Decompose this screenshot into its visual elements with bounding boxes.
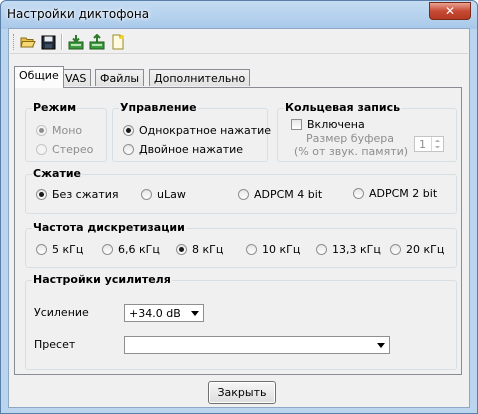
compression-adpcm4-radio[interactable]: ADPCM 4 bit (238, 188, 322, 201)
radio-indicator (246, 244, 257, 255)
toolbar-grip[interactable] (13, 34, 17, 50)
window-close-button[interactable]: ✕ (429, 2, 471, 20)
close-icon: ✕ (444, 4, 456, 18)
save-disk-icon[interactable] (39, 33, 57, 51)
radio-indicator (141, 189, 152, 200)
dialog-client-area: Общие VAS Файлы Дополнительно Режим Моно… (8, 28, 470, 408)
radio-indicator (36, 189, 47, 200)
radio-indicator (36, 144, 47, 155)
new-document-icon[interactable] (109, 33, 127, 51)
radio-indicator (390, 244, 401, 255)
amplifier-group-title: Настройки усилителя (32, 273, 172, 286)
gain-select[interactable]: +34.0 dB (124, 304, 204, 322)
button-bar: Закрыть (10, 381, 468, 407)
compression-group: Сжатие Без сжатия uLaw ADPCM 4 bit ADPCM… (25, 167, 457, 214)
radio-indicator (353, 188, 364, 199)
radio-indicator (123, 125, 134, 136)
control-group: Управление Однократное нажатие Двойное н… (112, 101, 271, 162)
samplerate-8khz-radio[interactable]: 8 кГц (176, 243, 223, 256)
mode-stereo-radio[interactable]: Стерео (36, 143, 93, 156)
samplerate-6-6khz-radio[interactable]: 6,6 кГц (102, 243, 160, 256)
buffer-size-label: Размер буфера (306, 132, 394, 145)
compression-adpcm2-radio[interactable]: ADPCM 2 bit (353, 187, 437, 200)
compression-group-title: Сжатие (32, 167, 82, 180)
preset-label: Пресет (34, 338, 76, 351)
mode-group-title: Режим (32, 101, 78, 114)
radio-indicator (36, 244, 47, 255)
radio-indicator (238, 189, 249, 200)
gain-label: Усиление (34, 306, 89, 319)
chevron-down-icon[interactable] (188, 306, 202, 320)
radio-indicator (123, 144, 134, 155)
radio-indicator (102, 244, 113, 255)
title-bar[interactable]: Настройки диктофона ✕ (1, 1, 477, 29)
samplerate-group: Частота дискретизации 5 кГц 6,6 кГц 8 кГ… (25, 221, 457, 268)
amplifier-group: Настройки усилителя Усиление +34.0 dB Пр… (25, 273, 457, 370)
ring-record-group-title: Кольцевая запись (284, 101, 402, 114)
samplerate-10khz-radio[interactable]: 10 кГц (246, 243, 300, 256)
samplerate-5khz-radio[interactable]: 5 кГц (36, 243, 83, 256)
control-group-title: Управление (119, 101, 198, 114)
import-icon[interactable] (67, 33, 85, 51)
tab-panel-general: Режим Моно Стерео Управление Однократное… (14, 87, 462, 375)
gain-value: +34.0 dB (129, 307, 181, 320)
radio-indicator (36, 125, 47, 136)
control-single-press-radio[interactable]: Однократное нажатие (123, 124, 271, 137)
samplerate-20khz-radio[interactable]: 20 кГц (390, 243, 444, 256)
tab-advanced[interactable]: Дополнительно (149, 69, 251, 86)
compression-ulaw-radio[interactable]: uLaw (141, 188, 186, 201)
compression-none-radio[interactable]: Без сжатия (36, 188, 119, 201)
samplerate-group-title: Частота дискретизации (32, 221, 186, 234)
chevron-down-icon[interactable] (374, 338, 388, 352)
buffer-size-sublabel: (% от звук. памяти) (294, 145, 409, 158)
spinner-arrows[interactable] (431, 137, 443, 151)
radio-indicator (176, 244, 187, 255)
tab-general[interactable]: Общие (14, 66, 64, 88)
close-dialog-button[interactable]: Закрыть (208, 381, 276, 404)
toolbar-separator (61, 34, 63, 50)
control-double-press-radio[interactable]: Двойное нажатие (123, 143, 243, 156)
checkbox-indicator (291, 119, 302, 130)
window-title: Настройки диктофона (7, 7, 150, 21)
mode-group: Режим Моно Стерео (25, 101, 107, 162)
toolbar (10, 31, 468, 54)
export-icon[interactable] (88, 33, 106, 51)
ring-record-group: Кольцевая запись Включена Размер буфера … (277, 101, 457, 162)
preset-select[interactable] (124, 336, 390, 354)
ring-enabled-checkbox[interactable]: Включена (291, 118, 365, 131)
tab-files[interactable]: Файлы (95, 69, 145, 86)
samplerate-13-3khz-radio[interactable]: 13,3 кГц (316, 243, 381, 256)
buffer-size-value: 1 (419, 138, 426, 151)
mode-mono-radio[interactable]: Моно (36, 124, 82, 137)
dialog-window: Настройки диктофона ✕ Общие VAS Файлы До… (0, 0, 478, 414)
buffer-size-spinner[interactable]: 1 (414, 136, 444, 152)
radio-indicator (316, 244, 327, 255)
tab-strip: Общие VAS Файлы Дополнительно (9, 66, 469, 88)
tab-vas[interactable]: VAS (60, 69, 92, 86)
open-folder-icon[interactable] (19, 33, 37, 51)
